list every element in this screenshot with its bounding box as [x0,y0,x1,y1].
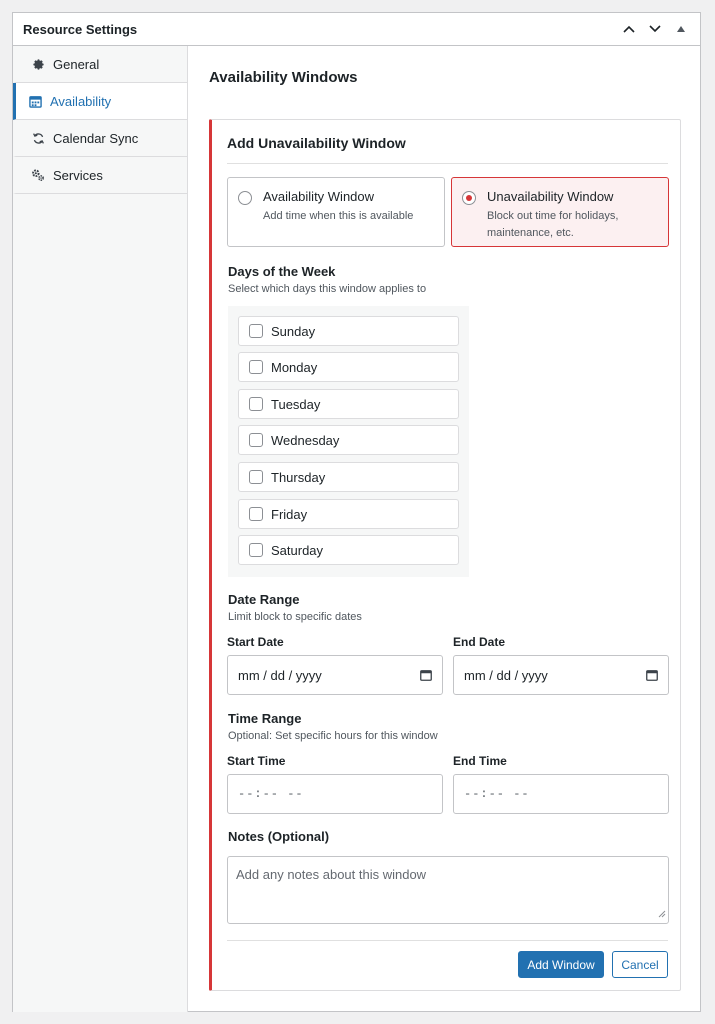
day-wednesday[interactable]: Wednesday [238,425,459,455]
sidebar-item-label: Services [53,167,103,183]
unavailability-window-radio[interactable] [462,191,476,205]
day-checkbox[interactable] [249,433,263,447]
notes-title: Notes (Optional) [228,829,330,844]
panel-body: General Availability Calendar Sync Servi… [13,46,700,1012]
time-placeholder: --:-- -- [464,787,530,801]
sync-icon [31,131,45,145]
sidebar-item-services[interactable]: Services [13,157,187,194]
notes-textarea[interactable]: Add any notes about this window [227,856,669,924]
day-saturday[interactable]: Saturday [238,535,459,565]
card-title: Add Unavailability Window [227,135,406,151]
gears-icon [31,168,45,182]
day-label: Wednesday [271,432,340,448]
day-checkbox[interactable] [249,543,263,557]
day-friday[interactable]: Friday [238,499,459,529]
start-date-input[interactable]: mm / dd / yyyy [227,655,443,695]
chevron-up-icon[interactable] [620,20,638,38]
option-label: Availability Window [263,189,375,204]
days-description: Select which days this window applies to [228,283,427,295]
caret-up-icon[interactable] [672,20,690,38]
header-controls [620,20,690,38]
sidebar-item-calendar-sync[interactable]: Calendar Sync [13,120,187,157]
day-label: Saturday [271,542,324,558]
time-placeholder: --:-- -- [238,787,304,801]
main-content: Availability Windows Add Unavailability … [188,46,700,1012]
sidebar-item-label: Calendar Sync [53,130,139,146]
availability-window-radio[interactable] [238,191,252,205]
divider [227,163,668,164]
start-date-label: Start Date [227,635,284,649]
days-title: Days of the Week [228,264,336,279]
day-thursday[interactable]: Thursday [238,462,459,492]
unavailability-window-option[interactable]: Unavailability Window Block out time for… [451,177,669,247]
option-description: Add time when this is available [263,210,414,222]
resize-handle-icon[interactable] [658,906,666,921]
day-monday[interactable]: Monday [238,352,459,382]
cancel-button[interactable]: Cancel [612,951,668,978]
panel-header: Resource Settings [13,13,700,46]
date-placeholder: mm / dd / yyyy [464,667,548,683]
time-range-description: Optional: Set specific hours for this wi… [228,730,438,742]
calendar-icon[interactable] [420,669,432,684]
option-description: Block out time for holidays, maintenance… [487,210,619,239]
day-checkbox[interactable] [249,470,263,484]
day-label: Friday [271,506,308,522]
day-tuesday[interactable]: Tuesday [238,389,459,419]
start-time-input[interactable]: --:-- -- [227,774,443,814]
sidebar-item-general[interactable]: General [13,46,187,83]
date-range-title: Date Range [228,592,300,607]
day-label: Monday [271,359,318,375]
sidebar-item-availability[interactable]: Availability [13,83,187,120]
time-range-title: Time Range [228,711,302,726]
days-list: Sunday Monday Tuesday Wednesday Thursday… [228,306,469,577]
resource-settings-panel: Resource Settings General Availability C… [12,12,701,1012]
page-title: Availability Windows [209,69,358,86]
sidebar: General Availability Calendar Sync Servi… [13,46,188,1012]
end-date-input[interactable]: mm / dd / yyyy [453,655,669,695]
day-sunday[interactable]: Sunday [238,316,459,346]
day-label: Sunday [271,323,316,339]
availability-window-option[interactable]: Availability Window Add time when this i… [227,177,445,247]
chevron-down-icon[interactable] [646,20,664,38]
divider [227,940,668,941]
sidebar-item-label: Availability [50,93,112,109]
end-time-input[interactable]: --:-- -- [453,774,669,814]
day-checkbox[interactable] [249,397,263,411]
day-label: Tuesday [271,396,321,412]
panel-title: Resource Settings [23,21,138,37]
date-placeholder: mm / dd / yyyy [238,667,322,683]
day-checkbox[interactable] [249,360,263,374]
end-date-label: End Date [453,635,506,649]
start-time-label: Start Time [227,754,286,768]
day-label: Thursday [271,469,326,485]
day-checkbox[interactable] [249,324,263,338]
notes-placeholder: Add any notes about this window [236,867,427,882]
sidebar-item-label: General [53,56,100,72]
end-time-label: End Time [453,754,507,768]
unavailability-window-card: Add Unavailability Window Availability W… [209,119,681,991]
day-checkbox[interactable] [249,507,263,521]
calendar-icon[interactable] [646,669,658,684]
option-label: Unavailability Window [487,189,614,204]
calendar-icon [28,94,42,108]
gear-icon [31,57,45,71]
add-window-button[interactable]: Add Window [518,951,604,978]
date-range-description: Limit block to specific dates [228,611,362,623]
